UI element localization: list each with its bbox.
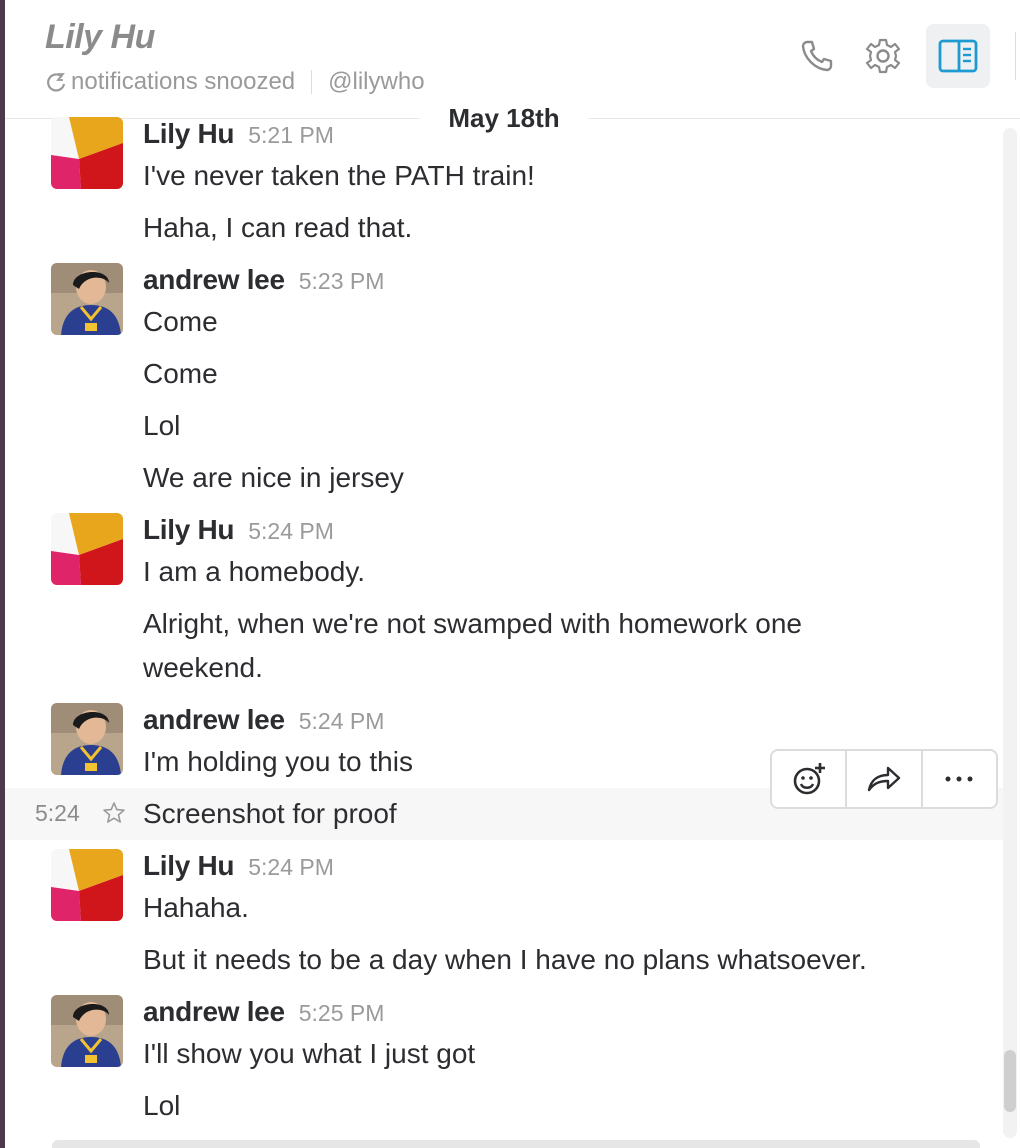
message-timestamp[interactable]: 5:23 PM <box>299 268 385 294</box>
star-icon[interactable] <box>102 801 126 825</box>
message-timestamp[interactable]: 5:21 PM <box>248 122 334 148</box>
snooze-icon[interactable] <box>45 71 67 93</box>
andrew-avatar[interactable] <box>51 703 123 775</box>
andrew-avatar-image <box>51 995 123 1067</box>
message-sender[interactable]: Lily Hu 5:24 PM <box>143 514 334 546</box>
details-pane-button[interactable] <box>926 24 990 88</box>
header-separator <box>311 70 313 94</box>
more-actions-icon <box>945 776 973 782</box>
message-text: Come <box>143 358 218 389</box>
add-reaction-button[interactable] <box>772 751 848 807</box>
phone-icon <box>801 40 833 72</box>
message-text: Haha, I can read that. <box>143 212 413 243</box>
message-input-edge[interactable] <box>52 1140 980 1148</box>
message-text: Screenshot for proof <box>143 798 397 829</box>
message-timestamp[interactable]: 5:24 PM <box>248 518 334 544</box>
lily-avatar-image <box>51 513 123 585</box>
lily-avatar[interactable] <box>51 513 123 585</box>
message-text: I'll show you what I just got <box>143 1038 476 1069</box>
message-actions-toolbar <box>770 749 998 809</box>
message-text: I am a homebody. <box>143 556 366 587</box>
message-timestamp[interactable]: 5:24 PM <box>299 708 385 734</box>
date-divider[interactable]: May 18th <box>420 96 588 140</box>
gear-icon <box>865 38 901 74</box>
message-sender[interactable]: andrew lee 5:23 PM <box>143 264 384 296</box>
message-timestamp[interactable]: 5:25 PM <box>299 1000 385 1026</box>
message-text: I'm holding you to this <box>143 746 413 777</box>
lily-avatar-image <box>51 849 123 921</box>
message-text: I've never taken the PATH train! <box>143 160 535 191</box>
message-text: Alright, when we're not swamped with hom… <box>143 608 802 683</box>
hover-timestamp[interactable]: 5:24 <box>35 800 80 827</box>
share-message-button[interactable] <box>847 751 923 807</box>
sidebar-toggle-icon <box>938 39 978 73</box>
call-button[interactable] <box>785 24 849 88</box>
message-sender[interactable]: andrew lee 5:24 PM <box>143 704 384 736</box>
message-text: Come <box>143 306 218 337</box>
lily-avatar[interactable] <box>51 849 123 921</box>
settings-button[interactable] <box>851 24 915 88</box>
lily-avatar[interactable] <box>51 117 123 189</box>
andrew-avatar[interactable] <box>51 263 123 335</box>
workspace-sidebar-edge <box>0 0 5 1148</box>
user-handle[interactable]: @lilywho <box>328 68 424 96</box>
andrew-avatar-image <box>51 263 123 335</box>
message-sender[interactable]: Lily Hu 5:21 PM <box>143 118 334 150</box>
message-text: Hahaha. <box>143 892 249 923</box>
more-actions-button[interactable] <box>923 751 996 807</box>
andrew-avatar-image <box>51 703 123 775</box>
message-text: Lol <box>143 410 181 441</box>
scrollbar-track[interactable] <box>1003 128 1017 1138</box>
header-divider <box>1015 32 1016 80</box>
message-sender[interactable]: Lily Hu 5:24 PM <box>143 850 334 882</box>
conversation-title[interactable]: Lily Hu <box>45 18 155 57</box>
scrollbar-thumb[interactable] <box>1004 1050 1016 1112</box>
message-sender[interactable]: andrew lee 5:25 PM <box>143 996 384 1028</box>
message-text: We are nice in jersey <box>143 462 404 493</box>
lily-avatar-image <box>51 117 123 189</box>
header-subline: notifications snoozed @lilywho <box>45 68 425 96</box>
message-text: But it needs to be a day when I have no … <box>143 944 867 975</box>
share-icon <box>867 766 901 792</box>
message-text: Lol <box>143 1090 181 1121</box>
notification-status[interactable]: notifications snoozed <box>71 68 295 96</box>
message-timestamp[interactable]: 5:24 PM <box>248 854 334 880</box>
andrew-avatar[interactable] <box>51 995 123 1067</box>
add-reaction-icon <box>793 763 825 795</box>
